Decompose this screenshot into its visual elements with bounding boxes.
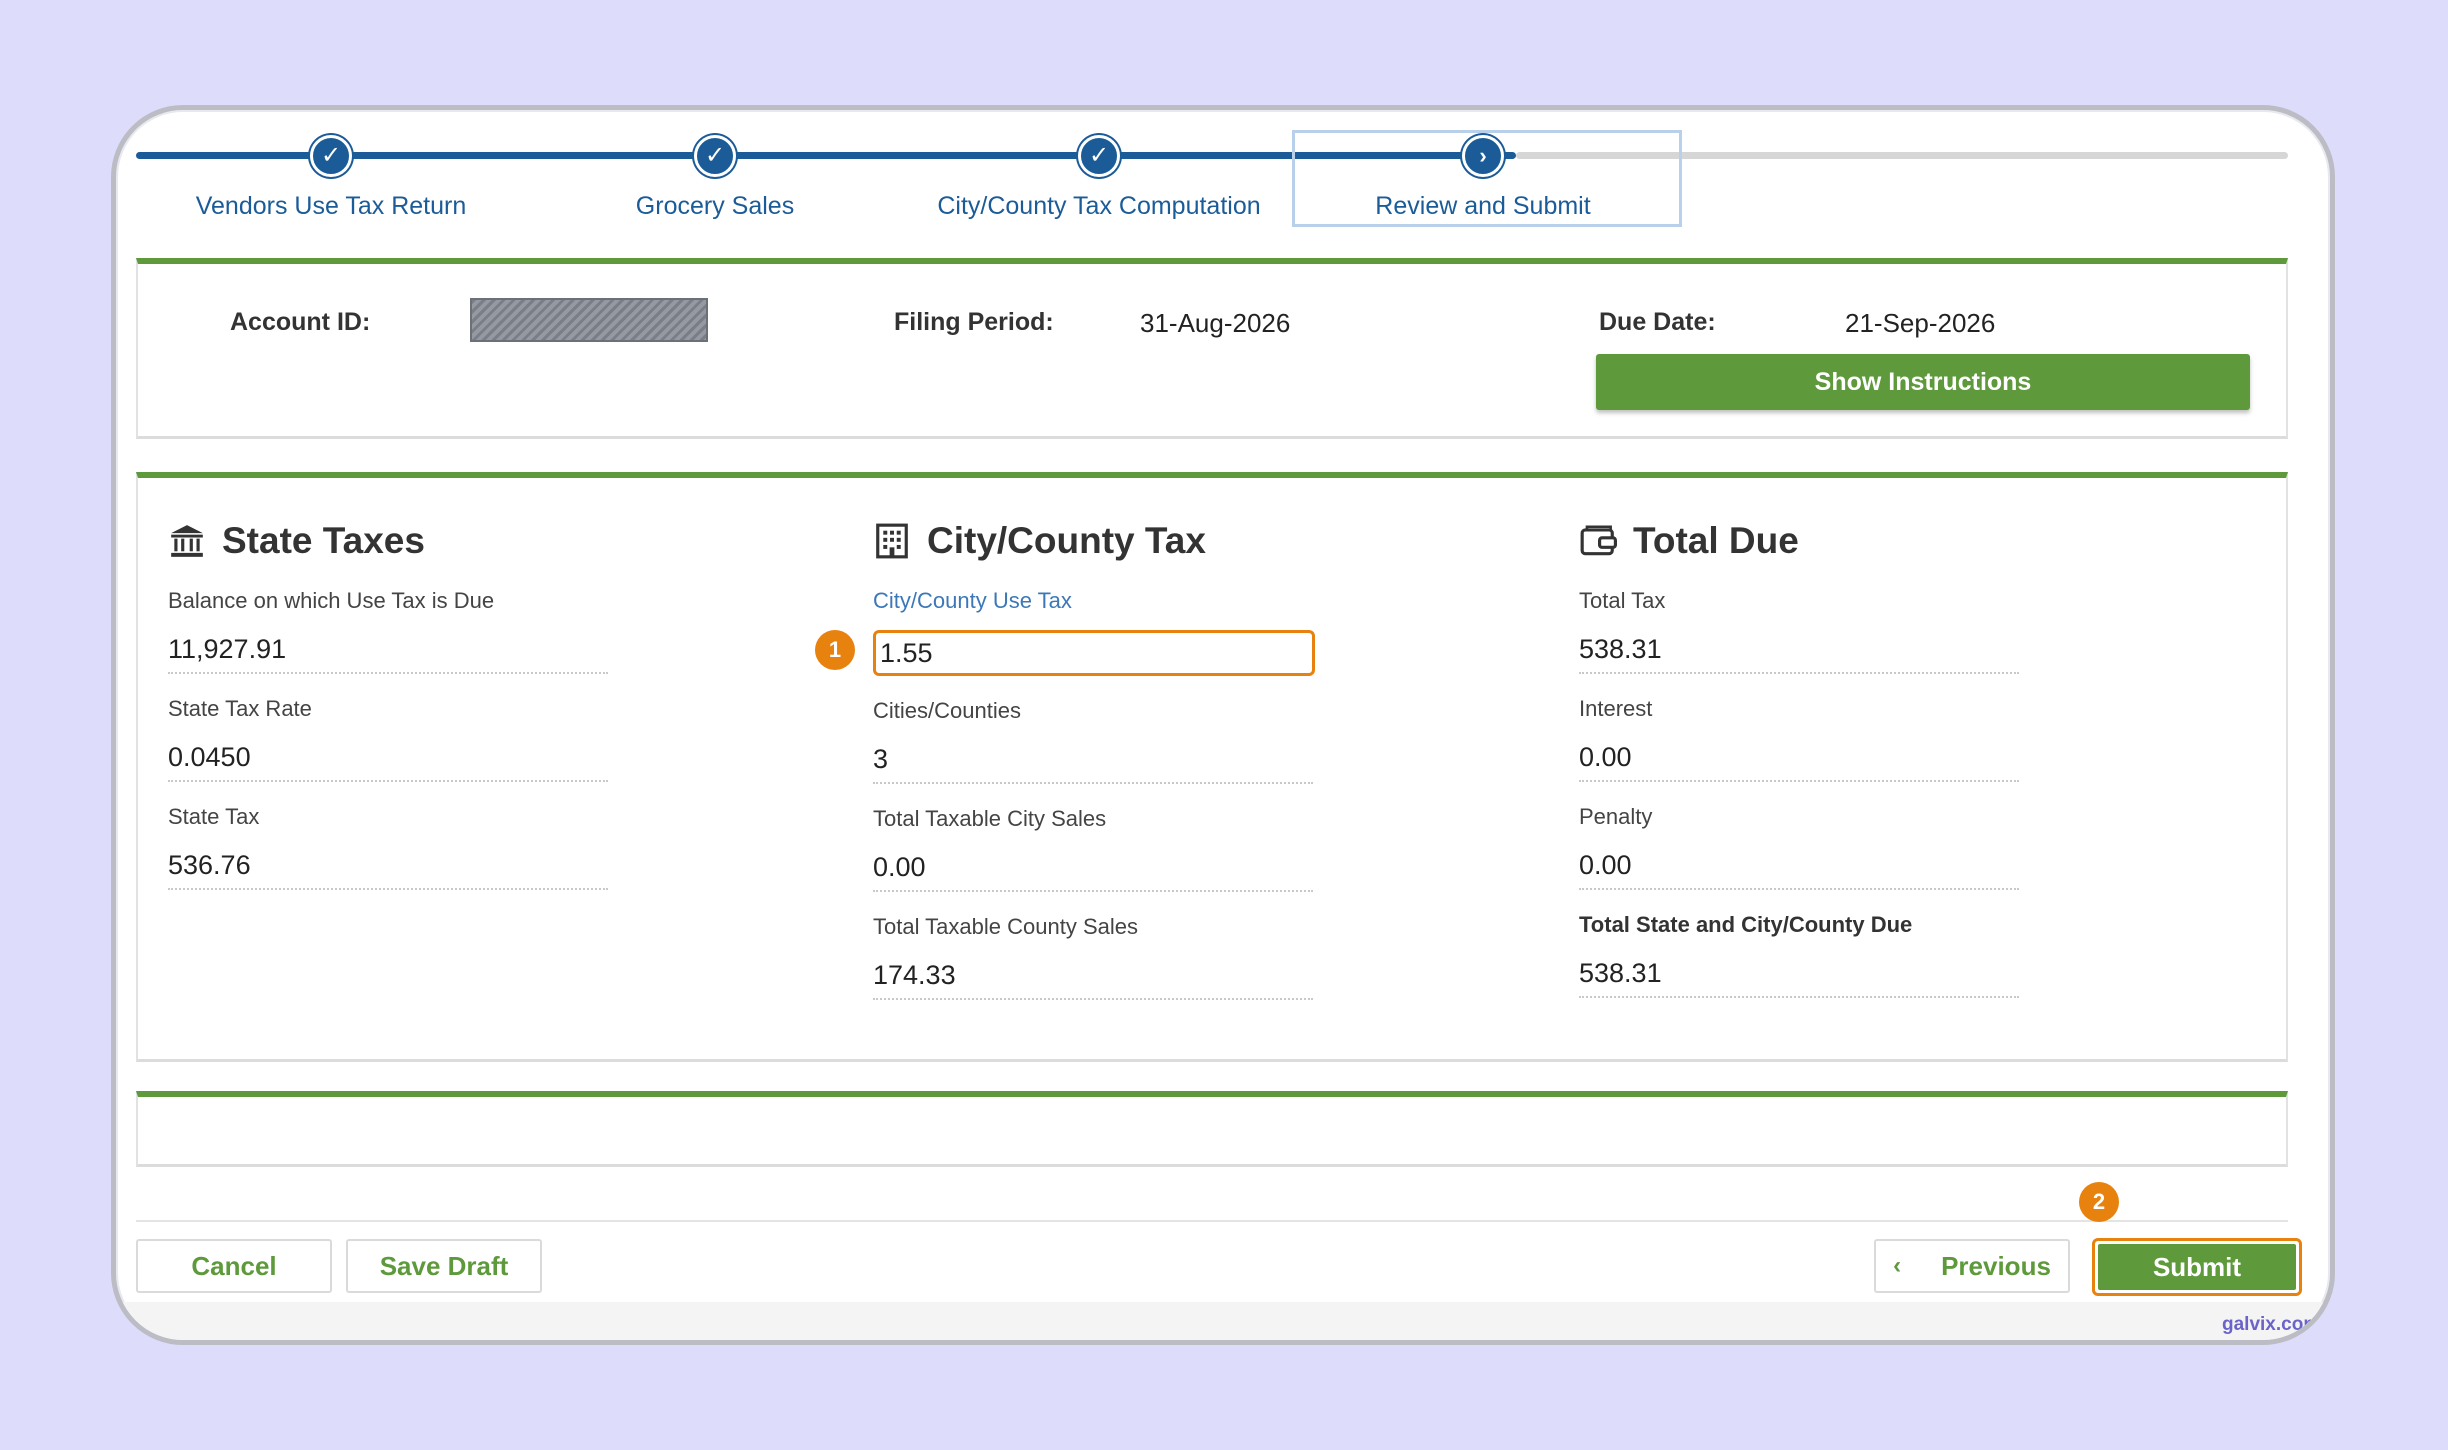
footer-band (116, 1302, 2330, 1340)
cities-counties-value: 3 (873, 740, 1313, 784)
state-taxes-heading: State Taxes (168, 516, 618, 566)
total-due-title: Total Due (1633, 520, 1799, 561)
watermark: galvix.com (2222, 1314, 2321, 1335)
balance-label: Balance on which Use Tax is Due (168, 588, 495, 613)
city-county-use-tax-field: City/County Use Tax 1 (815, 588, 1315, 676)
city-county-heading: City/County Tax (873, 516, 1323, 566)
total-due-heading: Total Due (1579, 516, 2029, 566)
city-county-column: City/County Tax City/County Use Tax 1 Ci… (815, 516, 1323, 1000)
filing-period-value: 31-Aug-2026 (1140, 308, 1291, 338)
state-tax-value: 536.76 (168, 846, 608, 890)
state-taxes-column: State Taxes Balance on which Use Tax is … (168, 516, 618, 890)
step-badge-1: 1 (815, 630, 855, 670)
building-icon (876, 523, 908, 559)
account-id-label: Account ID: (230, 308, 371, 336)
total-due-amount-field: Total State and City/County Due 538.31 (1579, 912, 2019, 998)
filing-period-label: Filing Period: (894, 308, 1054, 336)
account-id-redacted (470, 298, 708, 342)
wallet-icon (1580, 525, 1617, 556)
due-date-value: 21-Sep-2026 (1845, 308, 1996, 338)
current-step-highlight (1292, 130, 1682, 227)
interest-value: 0.00 (1579, 738, 2019, 782)
step-badge-2: 2 (2079, 1182, 2119, 1222)
state-taxes-title: State Taxes (222, 520, 425, 561)
taxable-city-sales-label: Total Taxable City Sales (873, 806, 1107, 831)
save-draft-button-label: Save Draft (379, 1250, 509, 1281)
cancel-button-label: Cancel (191, 1250, 277, 1281)
progress-stepper: ✓ ✓ ✓ › Vendors Use Tax Return Grocery S… (136, 110, 2288, 230)
tax-summary-card: State Taxes Balance on which Use Tax is … (136, 472, 2288, 1062)
step-3-check-icon[interactable]: ✓ (1078, 135, 1120, 177)
save-draft-button[interactable]: Save Draft (346, 1239, 542, 1293)
penalty-value: 0.00 (1579, 846, 2019, 890)
interest-field: Interest 0.00 (1579, 696, 2019, 782)
cities-counties-label: Cities/Counties (873, 698, 1021, 723)
taxable-city-sales-field: Total Taxable City Sales 0.00 (873, 806, 1313, 892)
step-2-label[interactable]: Grocery Sales (636, 192, 794, 221)
taxable-county-sales-value: 174.33 (873, 956, 1313, 1000)
step-2-check-icon[interactable]: ✓ (694, 135, 736, 177)
state-tax-label: State Tax (168, 804, 260, 829)
total-due-column: Total Due Total Tax 538.31 Interest 0.00… (1579, 516, 2029, 998)
cancel-button[interactable]: Cancel (136, 1239, 332, 1293)
step-1-check-icon[interactable]: ✓ (310, 135, 352, 177)
empty-section-card (136, 1091, 2288, 1167)
state-tax-rate-value: 0.0450 (168, 738, 608, 782)
total-tax-field: Total Tax 538.31 (1579, 588, 2019, 674)
total-tax-value: 538.31 (1579, 630, 2019, 674)
show-instructions-button[interactable]: Show Instructions (1596, 354, 2250, 410)
submit-button[interactable]: Submit (2092, 1238, 2302, 1296)
interest-label: Interest (1579, 696, 1653, 721)
taxable-county-sales-label: Total Taxable County Sales (873, 914, 1138, 939)
app-screen: ✓ ✓ ✓ › Vendors Use Tax Return Grocery S… (116, 110, 2330, 1340)
city-county-title: City/County Tax (927, 520, 1206, 561)
total-due-amount-value: 538.31 (1579, 954, 2019, 998)
balance-value: 11,927.91 (168, 630, 608, 674)
total-due-amount-label: Total State and City/County Due (1579, 912, 1913, 937)
submit-button-label: Submit (2098, 1244, 2296, 1290)
chevron-left-icon: ‹ (1893, 1252, 1902, 1279)
state-tax-field: State Tax 536.76 (168, 804, 608, 890)
total-tax-label: Total Tax (1579, 588, 1666, 613)
bank-icon (171, 525, 203, 557)
city-county-use-tax-label[interactable]: City/County Use Tax (873, 588, 1313, 618)
city-county-use-tax-input[interactable] (873, 630, 1315, 676)
step-1-label[interactable]: Vendors Use Tax Return (196, 192, 467, 221)
screenshot-frame: ✓ ✓ ✓ › Vendors Use Tax Return Grocery S… (111, 105, 2335, 1345)
previous-button-label: Previous (1941, 1250, 2051, 1281)
balance-field: Balance on which Use Tax is Due 11,927.9… (168, 588, 608, 674)
due-date-label: Due Date: (1599, 308, 1716, 336)
state-tax-rate-field: State Tax Rate 0.0450 (168, 696, 608, 782)
cities-counties-field: Cities/Counties 3 (873, 698, 1313, 784)
taxable-county-sales-field: Total Taxable County Sales 174.33 (873, 914, 1313, 1000)
penalty-label: Penalty (1579, 804, 1653, 829)
penalty-field: Penalty 0.00 (1579, 804, 2019, 890)
previous-button[interactable]: ‹ Previous (1874, 1239, 2070, 1293)
step-3-label[interactable]: City/County Tax Computation (937, 192, 1260, 221)
taxable-city-sales-value: 0.00 (873, 848, 1313, 892)
account-info-card: Account ID: Filing Period: 31-Aug-2026 D… (136, 258, 2288, 439)
state-tax-rate-label: State Tax Rate (168, 696, 312, 721)
footer-divider (136, 1220, 2288, 1222)
